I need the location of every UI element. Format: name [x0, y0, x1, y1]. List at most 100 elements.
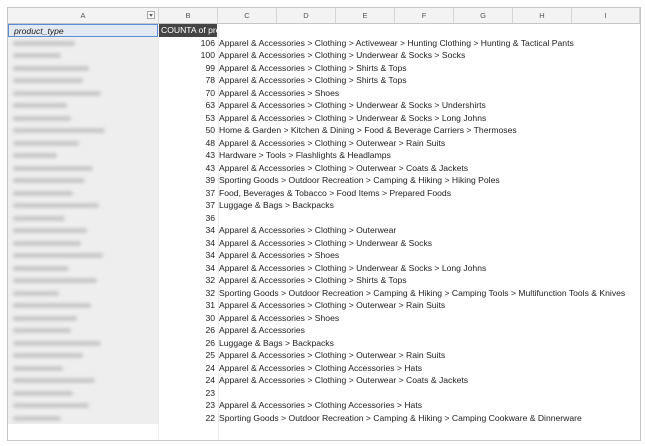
count-cell[interactable]: 22	[159, 412, 217, 425]
product-type-cell[interactable]	[8, 324, 158, 337]
count-cell[interactable]: 26	[159, 324, 217, 337]
category-cell[interactable]: Apparel & Accessories > Clothing > Outer…	[219, 349, 445, 362]
count-cell[interactable]: 24	[159, 374, 217, 387]
category-cell[interactable]: Apparel & Accessories > Clothing > Shirt…	[219, 274, 407, 287]
product-type-cell[interactable]	[8, 186, 158, 199]
category-cell[interactable]: Luggage & Bags > Backpacks	[219, 199, 334, 212]
category-cell[interactable]: Apparel & Accessories > Clothing > Under…	[219, 99, 486, 112]
product-type-cell[interactable]	[8, 286, 158, 299]
product-type-cell[interactable]	[8, 99, 158, 112]
category-cell[interactable]: Apparel & Accessories > Shoes	[219, 87, 339, 100]
count-cell[interactable]: 63	[159, 99, 217, 112]
category-cell[interactable]: Apparel & Accessories > Clothing > Shirt…	[219, 74, 407, 87]
product-type-cell[interactable]	[8, 411, 158, 424]
product-type-cell[interactable]	[8, 49, 158, 62]
count-cell[interactable]: 34	[159, 249, 217, 262]
count-cell[interactable]: 53	[159, 112, 217, 125]
category-cell[interactable]: Apparel & Accessories > Clothing > Activ…	[219, 37, 574, 50]
category-cell[interactable]: Apparel & Accessories > Clothing > Under…	[219, 49, 465, 62]
category-cell[interactable]: Sporting Goods > Outdoor Recreation > Ca…	[219, 287, 625, 300]
product-type-cell[interactable]	[8, 149, 158, 162]
count-cell[interactable]: 50	[159, 124, 217, 137]
count-cell[interactable]: 34	[159, 224, 217, 237]
product-type-cell[interactable]	[8, 174, 158, 187]
filter-dropdown-icon[interactable]	[147, 11, 155, 19]
count-cell[interactable]: 34	[159, 237, 217, 250]
product-type-cell[interactable]	[8, 36, 158, 49]
count-cell[interactable]: 23	[159, 387, 217, 400]
count-cell[interactable]: 43	[159, 149, 217, 162]
column-header-g[interactable]: G	[454, 8, 513, 23]
product-type-cell[interactable]	[8, 136, 158, 149]
product-type-cell[interactable]	[8, 349, 158, 362]
category-cell[interactable]: Apparel & Accessories > Clothing Accesso…	[219, 362, 422, 375]
category-cell[interactable]: Apparel & Accessories > Clothing > Outer…	[219, 137, 445, 150]
count-cell[interactable]: 32	[159, 287, 217, 300]
product-type-cell[interactable]	[8, 361, 158, 374]
column-header-b[interactable]: B	[159, 8, 218, 23]
category-cell[interactable]: Apparel & Accessories > Clothing > Outer…	[219, 299, 445, 312]
product-type-cell[interactable]	[8, 236, 158, 249]
column-header-i[interactable]: I	[572, 8, 640, 23]
category-cell[interactable]: Luggage & Bags > Backpacks	[219, 337, 334, 350]
product-type-cell[interactable]	[8, 61, 158, 74]
count-cell[interactable]: 30	[159, 312, 217, 325]
count-cell[interactable]: 39	[159, 174, 217, 187]
count-cell[interactable]: 100	[159, 49, 217, 62]
count-cell[interactable]: 24	[159, 362, 217, 375]
count-cell[interactable]: 36	[159, 212, 217, 225]
product-type-cell[interactable]	[8, 261, 158, 274]
product-type-header-cell[interactable]: product_type	[8, 24, 158, 37]
count-cell[interactable]: 26	[159, 337, 217, 350]
count-header-cell[interactable]: COUNTA of prod	[159, 24, 217, 37]
product-type-cell[interactable]	[8, 74, 158, 87]
category-cell[interactable]: Hardware > Tools > Flashlights & Headlam…	[219, 149, 391, 162]
category-cell[interactable]: Food, Beverages & Tobacco > Food Items >…	[219, 187, 451, 200]
count-cell[interactable]: 32	[159, 274, 217, 287]
column-header-d[interactable]: D	[277, 8, 336, 23]
column-header-c[interactable]: C	[218, 8, 277, 23]
column-header-a[interactable]: A	[8, 8, 159, 23]
product-type-cell[interactable]	[8, 124, 158, 137]
category-cell[interactable]: Apparel & Accessories > Clothing > Under…	[219, 237, 432, 250]
product-type-cell[interactable]	[8, 86, 158, 99]
category-cell[interactable]: Apparel & Accessories > Shoes	[219, 312, 339, 325]
category-cell[interactable]: Sporting Goods > Outdoor Recreation > Ca…	[219, 412, 582, 425]
category-cell[interactable]: Apparel & Accessories > Clothing > Shirt…	[219, 62, 407, 75]
category-cell[interactable]: Apparel & Accessories > Clothing > Under…	[219, 262, 486, 275]
count-cell[interactable]: 78	[159, 74, 217, 87]
category-cell[interactable]: Apparel & Accessories	[219, 324, 305, 337]
product-type-cell[interactable]	[8, 299, 158, 312]
column-header-e[interactable]: E	[336, 8, 395, 23]
product-type-cell[interactable]	[8, 336, 158, 349]
category-cell[interactable]: Apparel & Accessories > Shoes	[219, 249, 339, 262]
count-cell[interactable]: 34	[159, 262, 217, 275]
category-cell[interactable]: Apparel & Accessories > Clothing > Outer…	[219, 224, 396, 237]
count-cell[interactable]: 99	[159, 62, 217, 75]
category-cell[interactable]: Apparel & Accessories > Clothing > Under…	[219, 112, 486, 125]
product-type-cell[interactable]	[8, 249, 158, 262]
product-type-cell[interactable]	[8, 374, 158, 387]
count-cell[interactable]: 43	[159, 162, 217, 175]
column-header-h[interactable]: H	[513, 8, 572, 23]
product-type-cell[interactable]	[8, 274, 158, 287]
category-cell[interactable]: Apparel & Accessories > Clothing > Outer…	[219, 162, 468, 175]
count-cell[interactable]: 48	[159, 137, 217, 150]
product-type-cell[interactable]	[8, 311, 158, 324]
count-cell[interactable]: 70	[159, 87, 217, 100]
product-type-cell[interactable]	[8, 211, 158, 224]
count-cell[interactable]: 23	[159, 399, 217, 412]
count-cell[interactable]: 106	[159, 37, 217, 50]
count-cell[interactable]: 37	[159, 199, 217, 212]
product-type-cell[interactable]	[8, 111, 158, 124]
product-type-cell[interactable]	[8, 386, 158, 399]
category-cell[interactable]: Home & Garden > Kitchen & Dining > Food …	[219, 124, 517, 137]
column-header-f[interactable]: F	[395, 8, 454, 23]
product-type-cell[interactable]	[8, 224, 158, 237]
category-cell[interactable]: Sporting Goods > Outdoor Recreation > Ca…	[219, 174, 500, 187]
product-type-cell[interactable]	[8, 199, 158, 212]
count-cell[interactable]: 25	[159, 349, 217, 362]
count-cell[interactable]: 31	[159, 299, 217, 312]
product-type-cell[interactable]	[8, 399, 158, 412]
category-cell[interactable]: Apparel & Accessories > Clothing > Outer…	[219, 374, 468, 387]
